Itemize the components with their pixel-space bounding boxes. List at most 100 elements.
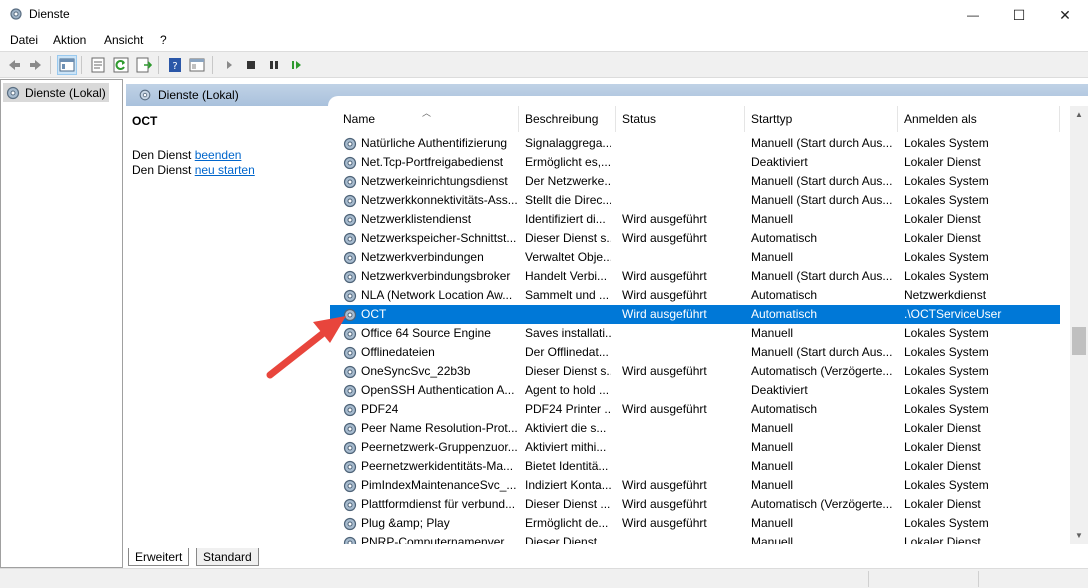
service-gear-icon [342,231,360,247]
service-status: Wird ausgeführt [622,269,707,283]
service-startup-type: Manuell (Start durch Aus... [751,136,893,150]
back-button[interactable] [4,55,24,75]
scroll-thumb[interactable] [1072,327,1086,355]
service-status [622,153,746,172]
menu-datei[interactable]: Datei [10,33,38,47]
resume-service-button[interactable] [287,55,307,75]
service-gear-icon [342,288,360,304]
pause-service-button[interactable] [264,55,284,75]
service-row[interactable]: Peernetzwerk-Gruppenzuor... Aktiviert mit… [330,438,1060,457]
service-row[interactable]: Netzwerkverbindungen Verwaltet Obje... Man… [330,248,1060,267]
service-logon-as: Lokales System [904,250,989,264]
service-row[interactable]: Net.Tcp-Portfreigabedienst Ermöglicht es,… [330,153,1060,172]
service-name: Plug &amp; Play [361,516,450,530]
service-name: Peernetzwerkidentitäts-Ma... [361,459,514,473]
export-list-button[interactable] [134,55,154,75]
service-startup-type: Deaktiviert [751,383,808,397]
menu-aktion[interactable]: Aktion [53,33,86,47]
column-name[interactable]: Name [337,106,519,132]
stop-service-button[interactable] [241,55,261,75]
service-name: Plattformdienst für verbund... [361,497,516,511]
service-row[interactable]: Office 64 Source Engine Saves installati.… [330,324,1060,343]
service-logon-as: Lokales System [904,136,989,150]
service-startup-type: Deaktiviert [751,155,808,169]
service-row[interactable]: Peer Name Resolution-Prot... Aktiviert di… [330,419,1060,438]
restart-service-link[interactable]: neu starten [195,163,255,177]
service-description: Dieser Dienst s... [525,231,611,245]
service-row[interactable]: OCT Wird ausgeführt Automatisch .\OCTServic… [330,305,1060,324]
window-title: Dienste [29,7,70,21]
service-startup-type: Manuell (Start durch Aus... [751,174,893,188]
service-logon-as: Lokales System [904,383,989,397]
service-status [622,324,746,343]
column-logon-as[interactable]: Anmelden als [898,106,1060,132]
service-row[interactable]: Netzwerklistendienst Identifiziert di... W… [330,210,1060,229]
menu-ansicht[interactable]: Ansicht [104,33,143,47]
close-icon: ✕ [1059,6,1071,23]
close-button[interactable]: ✕ [1042,0,1088,30]
service-name: Netzwerkeinrichtungsdienst [361,174,508,188]
service-row[interactable]: Netzwerkspeicher-Schnittst... Dieser Dien… [330,229,1060,248]
service-gear-icon [342,326,360,342]
service-row[interactable]: OpenSSH Authentication A... Agent to hold… [330,381,1060,400]
forward-icon [30,60,41,70]
console-tree-button[interactable] [57,55,77,75]
service-row[interactable]: PimIndexMaintenanceSvc_... Indiziert Kont… [330,476,1060,495]
view-button[interactable] [187,55,207,75]
service-description: Ermöglicht de... [525,516,609,530]
tree-item-services-local[interactable]: Dienste (Lokal) [3,83,109,102]
service-status [622,533,746,544]
service-status: Wird ausgeführt [622,364,707,378]
start-service-button[interactable] [219,55,239,75]
tab-erweitert[interactable]: Erweitert [128,548,190,566]
maximize-button[interactable]: ☐ [996,0,1042,30]
properties-icon [91,57,105,73]
column-label: Starttyp [751,112,793,126]
service-name: Peer Name Resolution-Prot... [361,421,518,435]
service-description: Bietet Identitä... [525,459,609,473]
service-row[interactable]: Netzwerkeinrichtungsdienst Der Netzwerke.… [330,172,1060,191]
service-description: Handelt Verbi... [525,269,608,283]
vertical-scrollbar[interactable]: ▲ ▼ [1070,106,1088,544]
service-row[interactable]: PDF24 PDF24 Printer ... Wird ausgeführt Aut… [330,400,1060,419]
service-row[interactable]: Plug &amp; Play Ermöglicht de... Wird ausg… [330,514,1060,533]
maximize-icon: ☐ [1012,6,1026,23]
service-row[interactable]: Peernetzwerkidentitäts-Ma... Bietet Ident… [330,457,1060,476]
service-startup-type: Manuell (Start durch Aus... [751,193,893,207]
column-description[interactable]: Beschreibung [519,106,616,132]
refresh-button[interactable] [111,55,131,75]
service-row[interactable]: Netzwerkkonnektivitäts-Ass... Stellt die … [330,191,1060,210]
service-row[interactable]: NLA (Network Location Aw... Sammelt und .… [330,286,1060,305]
service-row[interactable]: Netzwerkverbindungsbroker Handelt Verbi..… [330,267,1060,286]
service-startup-type: Manuell [751,212,794,226]
forward-button[interactable] [26,55,46,75]
view-icon [189,58,205,72]
tab-standard[interactable]: Standard [196,548,259,566]
service-startup-type: Manuell [751,459,794,473]
help-button[interactable]: ? [165,55,185,75]
service-name: Netzwerkspeicher-Schnittst... [361,231,517,245]
service-status: Wird ausgeführt [622,288,707,302]
service-row[interactable]: Plattformdienst für verbund... Dieser Die… [330,495,1060,514]
service-row[interactable]: PNRP-Computernamenver... Dieser Dienst ..… [330,533,1060,544]
service-gear-icon [342,269,360,285]
column-status[interactable]: Status [616,106,745,132]
service-logon-as: Lokaler Dienst [904,459,981,473]
service-status [622,248,746,267]
resume-service-icon [292,61,301,69]
service-gear-icon [342,459,360,475]
service-gear-icon [342,345,360,361]
scroll-down-icon[interactable]: ▼ [1070,527,1088,544]
service-row[interactable]: Offlinedateien Der Offlinedat... Manuell (… [330,343,1060,362]
service-row[interactable]: OneSyncSvc_22b3b Dieser Dienst s... Wird a… [330,362,1060,381]
column-startup-type[interactable]: Starttyp [745,106,898,132]
scroll-up-icon[interactable]: ▲ [1070,106,1088,123]
minimize-button[interactable]: — [950,0,996,30]
column-label: Name [343,112,376,126]
properties-button[interactable] [88,55,108,75]
service-name: Netzwerkverbindungsbroker [361,269,511,283]
service-startup-type: Automatisch [751,307,818,321]
service-row[interactable]: Natürliche Authentifizierung Signalaggreg… [330,134,1060,153]
stop-service-link[interactable]: beenden [195,148,242,162]
menu-help[interactable]: ? [160,33,167,47]
